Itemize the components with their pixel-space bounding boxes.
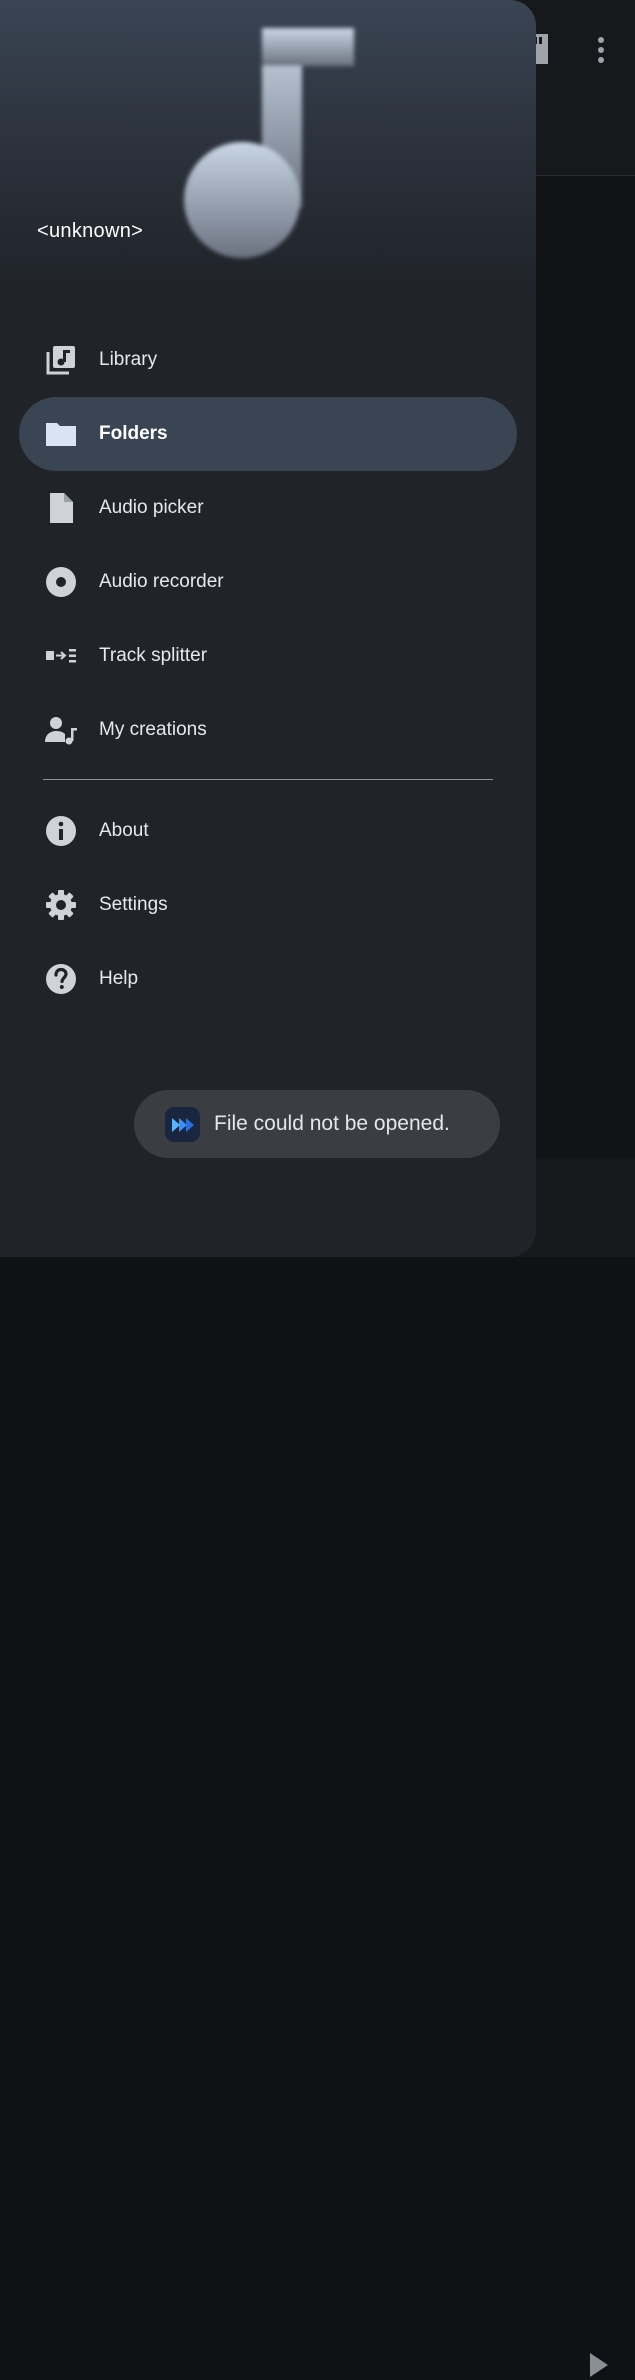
drawer-header: <unknown> [0,0,536,298]
more-options-icon[interactable] [590,34,612,66]
gear-icon [45,889,77,921]
nav-label-my-creations: My creations [99,719,207,740]
nav-divider [43,779,493,780]
nav-label-track-splitter: Track splitter [99,645,208,666]
info-icon [45,815,77,847]
nav-label-folders: Folders [99,423,168,444]
nav-label-audio-picker: Audio picker [99,497,204,518]
toast-message: File could not be opened. [134,1090,500,1158]
nav-item-folders[interactable]: Folders [19,397,517,471]
file-icon [45,492,77,524]
navigation-drawer: <unknown> Library Folders Audio picker A… [0,0,536,1257]
help-icon [45,963,77,995]
track-title: <unknown> [37,220,144,242]
nav-item-library[interactable]: Library [19,323,517,397]
nav-item-my-creations[interactable]: My creations [19,693,517,767]
nav-label-audio-recorder: Audio recorder [99,571,224,592]
nav-item-help[interactable]: Help [19,942,517,1016]
music-note-icon [184,28,354,258]
my-creations-icon [45,714,77,746]
nav-item-audio-recorder[interactable]: Audio recorder [19,545,517,619]
play-icon[interactable] [586,2350,612,2380]
nav-item-track-splitter[interactable]: Track splitter [19,619,517,693]
nav-item-audio-picker[interactable]: Audio picker [19,471,517,545]
record-icon [45,566,77,598]
toast-text: File could not be opened. [214,1112,450,1135]
nav-label-help: Help [99,968,139,989]
folder-icon [45,418,77,450]
nav-label-about: About [99,820,149,841]
nav-item-settings[interactable]: Settings [19,868,517,942]
nav-label-settings: Settings [99,894,168,915]
fast-forward-app-icon [165,1107,200,1142]
nav-label-library: Library [99,349,158,370]
library-music-icon [45,344,77,376]
nav-item-about[interactable]: About [19,794,517,868]
track-splitter-icon [45,640,77,672]
